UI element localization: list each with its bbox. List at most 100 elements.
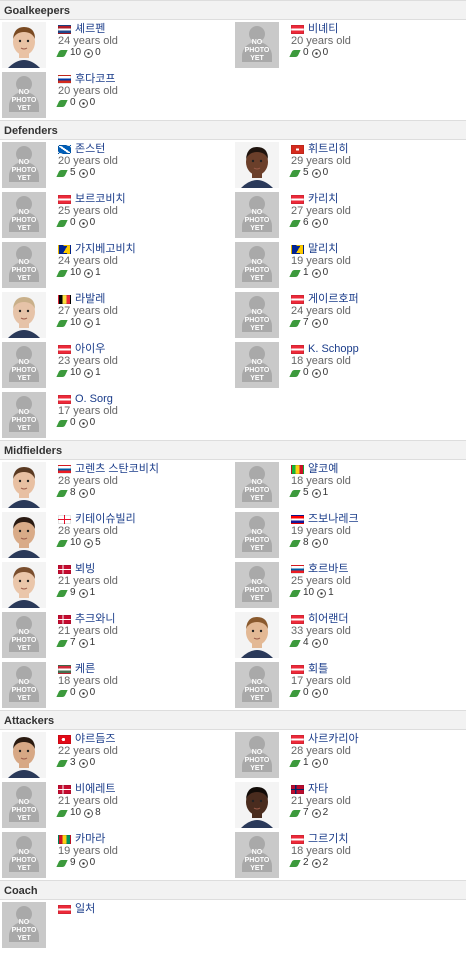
player-card[interactable]: NO PHOTO YET 즈보나레크 19 years old 8 0 [233, 510, 466, 560]
name-row: 고렌츠 스탄코비치 [58, 463, 159, 475]
player-card[interactable]: NO PHOTO YET O. Sorg 17 years old 0 0 [0, 390, 233, 440]
player-card[interactable]: NO PHOTO YET 사르카리아 28 years old 1 0 [233, 730, 466, 780]
no-photo-placeholder: NO PHOTO YET [2, 612, 46, 658]
player-card[interactable]: NO PHOTO YET 비에레트 21 years old 10 8 [0, 780, 233, 830]
player-name-link[interactable]: 휘트리히 [308, 143, 348, 155]
player-name-link[interactable]: 가지베고비치 [75, 243, 136, 255]
player-age: 33 years old [291, 625, 351, 637]
name-row: 아이우 [58, 343, 118, 355]
player-name-link[interactable]: 뵈빙 [75, 563, 95, 575]
player-name-link[interactable]: 일처 [75, 903, 95, 915]
player-info: 자타 21 years old 7 2 [289, 782, 351, 819]
boot-icon [56, 759, 68, 767]
football-icon [311, 688, 321, 698]
appearances-count: 6 [303, 217, 309, 228]
flag-icon-be [58, 294, 71, 304]
player-name-link[interactable]: 라발레 [75, 293, 105, 305]
player-card[interactable]: NO PHOTO YET 일처 [0, 900, 233, 950]
goals-count: 0 [89, 217, 96, 228]
player-card[interactable]: 셰르펜 24 years old 10 0 [0, 20, 233, 70]
player-name-link[interactable]: 즈보나레크 [308, 513, 359, 525]
player-name-link[interactable]: 후다코프 [75, 73, 115, 85]
player-card[interactable]: NO PHOTO YET 얄코예 18 years old 5 1 [233, 460, 466, 510]
player-name-link[interactable]: 호르바트 [308, 563, 348, 575]
no-photo-placeholder: NO PHOTO YET [235, 242, 279, 288]
boot-icon [289, 169, 301, 177]
player-card[interactable]: NO PHOTO YET 회틀 17 years old 0 0 [233, 660, 466, 710]
player-name-link[interactable]: 존스턴 [75, 143, 105, 155]
football-icon [317, 588, 327, 598]
player-age: 25 years old [58, 205, 118, 217]
no-photo-text: NO PHOTO YET [11, 159, 37, 182]
player-info: 말리치 19 years old 1 0 [289, 242, 351, 279]
player-card[interactable]: NO PHOTO YET 카마라 19 years old 9 0 [0, 830, 233, 880]
player-name-link[interactable]: 카마라 [75, 833, 105, 845]
player-name-link[interactable]: 자타 [308, 783, 328, 795]
player-card[interactable]: NO PHOTO YET 아이우 23 years old 10 1 [0, 340, 233, 390]
player-name-link[interactable]: 얄코예 [308, 463, 338, 475]
player-card[interactable]: NO PHOTO YET 존스턴 20 years old 5 0 [0, 140, 233, 190]
player-card[interactable]: NO PHOTO YET 추크와니 21 years old 7 1 [0, 610, 233, 660]
player-card[interactable]: NO PHOTO YET 비녜티 20 years old 0 0 [233, 20, 466, 70]
player-name-link[interactable]: 그르기치 [308, 833, 348, 845]
player-card[interactable]: 휘트리히 29 years old 5 0 [233, 140, 466, 190]
player-name-link[interactable]: 야르듬즈 [75, 733, 115, 745]
player-name-link[interactable]: 게이르호퍼 [308, 293, 359, 305]
goals-count: 8 [95, 807, 101, 818]
player-grid: NO PHOTO YET 일처 [0, 900, 466, 950]
player-card[interactable]: NO PHOTO YET 후다코프 20 years old 0 0 [0, 70, 233, 120]
player-name-link[interactable]: 보르코비치 [75, 193, 126, 205]
player-card[interactable]: 고렌츠 스탄코비치 28 years old 8 0 [0, 460, 233, 510]
player-name-link[interactable]: 케른 [75, 663, 95, 675]
player-name-link[interactable]: 히어랜더 [308, 613, 348, 625]
player-card[interactable]: 뵈빙 21 years old 9 1 [0, 560, 233, 610]
player-name-link[interactable]: K. Schopp [308, 343, 359, 355]
player-info: 비녜티 20 years old 0 0 [289, 22, 351, 59]
goals-count: 0 [89, 97, 96, 108]
player-name-link[interactable]: 키테이슈빌리 [75, 513, 136, 525]
section-header-goalkeepers: Goalkeepers [0, 0, 466, 20]
player-name-link[interactable]: 회틀 [308, 663, 328, 675]
player-name-link[interactable]: 카리치 [308, 193, 338, 205]
flag-icon-at [58, 904, 71, 914]
boot-icon [289, 219, 301, 227]
player-grid: NO PHOTO YET 존스턴 20 years old 5 0 휘트리히 2… [0, 140, 466, 440]
football-icon [311, 48, 321, 58]
flag-icon-ba [291, 244, 304, 254]
player-card[interactable]: NO PHOTO YET 보르코비치 25 years old 0 0 [0, 190, 233, 240]
football-icon [78, 758, 88, 768]
player-card[interactable]: NO PHOTO YET 그르기치 18 years old 2 2 [233, 830, 466, 880]
goals-count: 1 [89, 637, 96, 648]
player-card[interactable]: NO PHOTO YET 게이르호퍼 24 years old 7 0 [233, 290, 466, 340]
player-name-link[interactable]: 추크와니 [75, 613, 115, 625]
player-name-link[interactable]: 말리치 [308, 243, 338, 255]
player-card[interactable]: NO PHOTO YET 말리치 19 years old 1 0 [233, 240, 466, 290]
player-name-link[interactable]: 고렌츠 스탄코비치 [75, 463, 159, 475]
player-card[interactable]: NO PHOTO YET K. Schopp 18 years old 0 0 [233, 340, 466, 390]
player-card[interactable]: 야르듬즈 22 years old 3 0 [0, 730, 233, 780]
appearances-count: 5 [303, 167, 309, 178]
player-card[interactable]: 자타 21 years old 7 2 [233, 780, 466, 830]
player-card[interactable]: 히어랜더 33 years old 4 0 [233, 610, 466, 660]
player-card[interactable]: NO PHOTO YET 카리치 27 years old 6 0 [233, 190, 466, 240]
player-name-link[interactable]: 셰르펜 [75, 23, 105, 35]
no-photo-text: NO PHOTO YET [11, 849, 37, 872]
player-card[interactable]: NO PHOTO YET 호르바트 25 years old 10 1 [233, 560, 466, 610]
player-age: 19 years old [291, 255, 351, 267]
player-card[interactable]: NO PHOTO YET 케른 18 years old 0 0 [0, 660, 233, 710]
player-card[interactable]: NO PHOTO YET 가지베고비치 24 years old 10 1 [0, 240, 233, 290]
boot-icon [56, 589, 68, 597]
player-stats: 9 0 [56, 857, 118, 869]
player-card[interactable]: 라발레 27 years old 10 1 [0, 290, 233, 340]
player-card[interactable]: 키테이슈빌리 28 years old 10 5 [0, 510, 233, 560]
player-name-link[interactable]: 아이우 [75, 343, 105, 355]
appearances-count: 5 [303, 487, 309, 498]
player-name-link[interactable]: 사르카리아 [308, 733, 359, 745]
player-name-link[interactable]: 비녜티 [308, 23, 338, 35]
player-name-link[interactable]: O. Sorg [75, 393, 113, 405]
player-name-link[interactable]: 비에레트 [75, 783, 115, 795]
football-icon [78, 488, 88, 498]
player-info: O. Sorg 17 years old 0 0 [56, 392, 118, 429]
boot-icon [289, 269, 301, 277]
flag-icon-si [291, 564, 304, 574]
